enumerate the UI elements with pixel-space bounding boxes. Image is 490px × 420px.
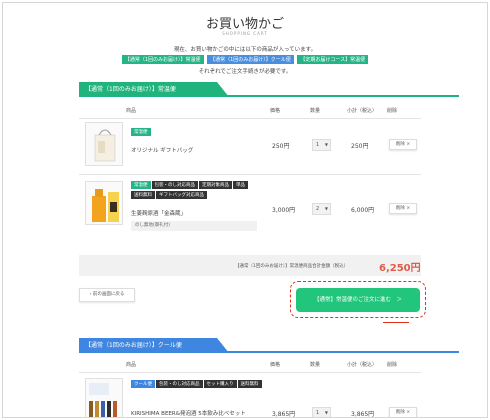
intro-note: それぞれでご注文手続きが必要です。 [198, 69, 292, 75]
item-subtotal: 6,000円 [351, 207, 375, 214]
section-divider [79, 95, 459, 97]
quantity-select[interactable]: 2 ▼ [312, 203, 331, 215]
divider [79, 372, 421, 373]
section-header-cool: 【通常（1回のみお届け）】クール便 [79, 338, 459, 353]
col-qty: 数量 [310, 108, 321, 114]
delete-button[interactable]: 削除 × [389, 203, 417, 214]
total-value: 6,250円 [379, 263, 421, 274]
divider [79, 118, 421, 119]
proceed-order-button[interactable]: 【通常】常温便のご注文に進む ＞ [296, 288, 420, 312]
badge: 送料無料 [237, 380, 262, 388]
col-qty: 数量 [310, 362, 321, 368]
product-name[interactable]: オリジナル ギフトバッグ [131, 146, 193, 154]
product-name[interactable]: KIRISHIMA BEER&発泡酒 5本飲み比べセット [131, 409, 246, 417]
chevron-down-icon: ▼ [324, 142, 328, 147]
divider [79, 174, 421, 175]
col-subtotal: 小計（税込） [347, 108, 378, 114]
badge: クール便 [131, 380, 155, 388]
product-image-liquor[interactable] [85, 181, 123, 225]
delete-button[interactable]: 削除 × [389, 407, 417, 417]
table-row: クール便 包装・のし対応商品 セット購入り 送料無料 KIRISHIMA BEER&発… [79, 376, 421, 418]
page-title: お買い物かご [205, 17, 284, 32]
back-label: 前の画面に戻る [92, 292, 125, 297]
badge: 包装・のし対応商品 [151, 181, 198, 189]
item-subtotal: 3,865円 [351, 411, 375, 418]
item-badges: 常温便 [131, 128, 152, 138]
table-row: 常温便 オリジナル ギフトバッグ 250円 1 ▼ 250円 削除 × [79, 122, 421, 172]
table-row: 常温便 包装・のし対応商品 定期対象商品 単品送料無料 ギフトバッグ対応商品 生姜麹原酒… [79, 179, 421, 245]
col-subtotal: 小計（税込） [347, 362, 378, 368]
annotation-underline [383, 322, 409, 323]
col-delete: 削除 [387, 108, 398, 114]
badge: ギフトバッグ対応商品 [156, 191, 207, 199]
cart-page: お買い物かご SHOPPING CART 現在、お買い物かごの中には以下の商品が… [2, 2, 488, 418]
noshi-option: のし無地(御礼付) [131, 221, 257, 231]
tag-teiki: 【定期お届けコース】常温便 [297, 55, 369, 64]
badge: 送料無料 [131, 191, 155, 199]
total-label: 【通常（1回のみお届け）】常温便商品合計金額（税込） [235, 264, 349, 269]
product-image-giftbag[interactable] [85, 122, 123, 166]
chevron-down-icon: ▼ [324, 410, 328, 415]
badge: 単品 [233, 181, 248, 189]
item-price: 3,865円 [272, 411, 296, 418]
item-subtotal: 250円 [351, 143, 369, 150]
tag-normal: 【通常（1回のみお届け）】常温便 [121, 55, 204, 64]
tag-cool: 【通常（1回のみお届け）】クール便 [207, 55, 294, 64]
delete-button[interactable]: 削除 × [389, 139, 417, 150]
badge: セット購入り [203, 380, 237, 388]
section-header-normal: 【通常（1回のみお届け）】常温便 [79, 82, 459, 97]
page-subtitle: SHOPPING CART [222, 31, 268, 36]
total-box: 【通常（1回のみお届け）】常温便商品合計金額（税込） 6,250円 [79, 255, 421, 276]
chevron-down-icon: ▼ [324, 206, 328, 211]
quantity-select[interactable]: 1 ▼ [312, 407, 331, 417]
badge: 常温便 [131, 181, 151, 189]
item-price: 3,000円 [272, 207, 296, 214]
intro-text: 現在、お買い物かごの中には以下の商品が入っています。 [173, 47, 317, 53]
col-product: 商品 [126, 362, 137, 368]
item-badges: 常温便 包装・のし対応商品 定期対象商品 単品送料無料 ギフトバッグ対応商品 [131, 181, 271, 201]
col-product: 商品 [126, 108, 137, 114]
col-price: 価格 [270, 108, 281, 114]
col-price: 価格 [270, 362, 281, 368]
quantity-select[interactable]: 1 ▼ [312, 139, 331, 151]
col-delete: 削除 [387, 362, 398, 368]
back-button[interactable]: ‹ 前の画面に戻る [79, 288, 135, 302]
cart-type-tags: 【通常（1回のみお届け）】常温便 【通常（1回のみお届け）】クール便 【定期お届… [3, 55, 487, 64]
product-name[interactable]: 生姜麹原酒「金森蔵」 [131, 209, 186, 217]
badge: 常温便 [131, 128, 151, 136]
badge: 定期対象商品 [199, 181, 232, 189]
product-image-beer[interactable] [85, 378, 123, 417]
badge: 包装・のし対応商品 [156, 380, 203, 388]
section-divider [79, 351, 459, 353]
item-badges: クール便 包装・のし対応商品 セット購入り 送料無料 [131, 380, 281, 390]
item-price: 250円 [272, 143, 290, 150]
